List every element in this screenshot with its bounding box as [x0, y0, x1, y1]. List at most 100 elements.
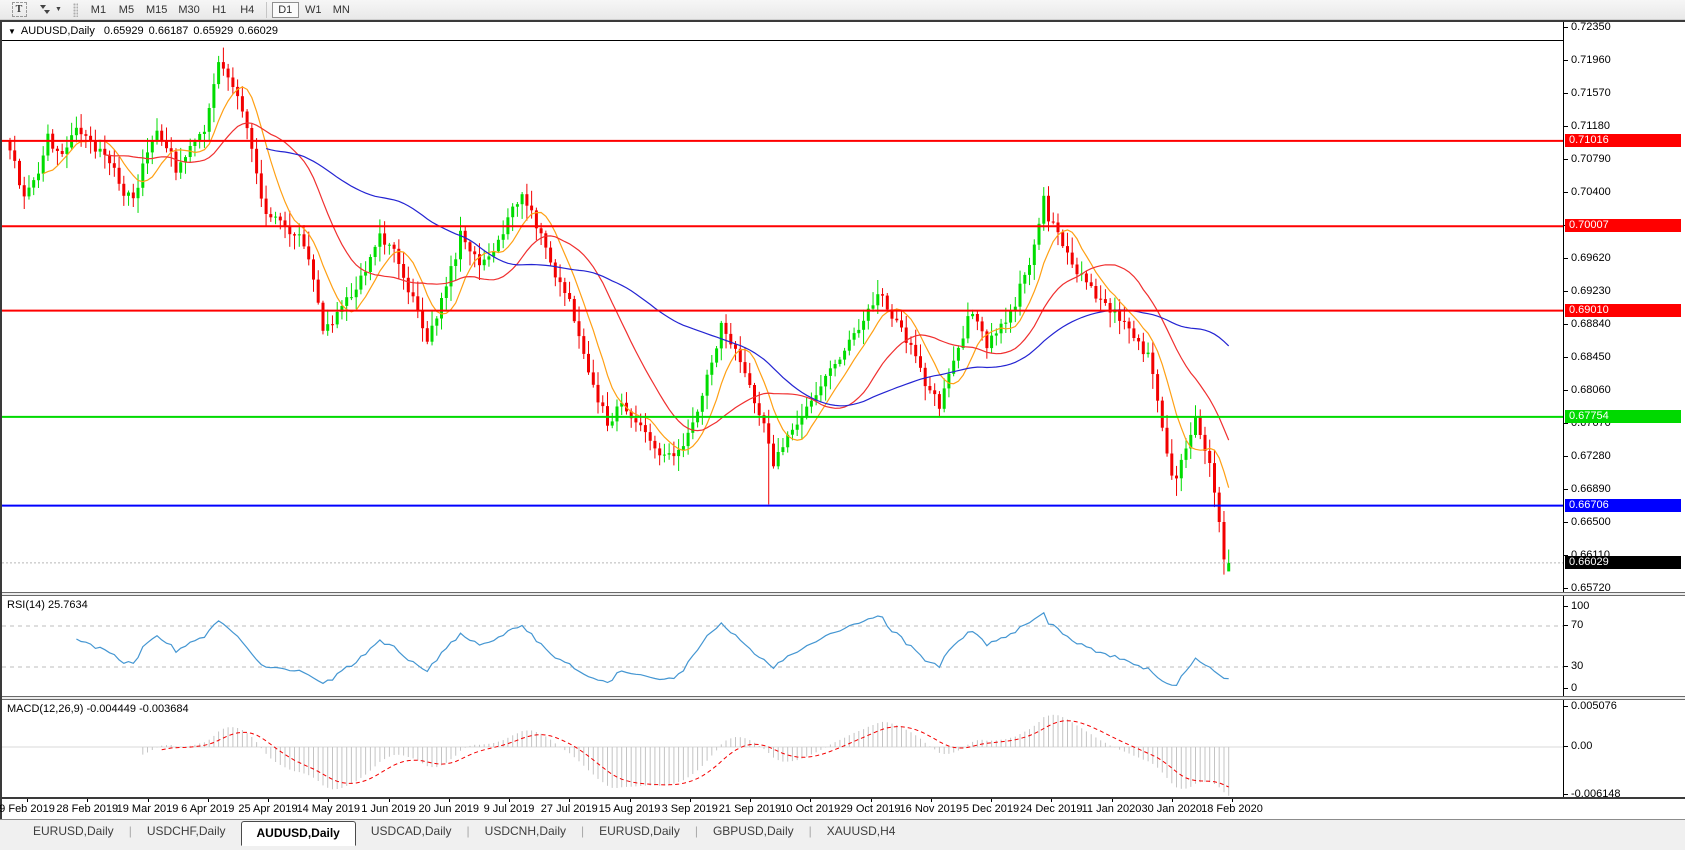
axis-tick: [1564, 456, 1568, 457]
timeframe-w1[interactable]: W1: [300, 2, 327, 18]
date-label: 9 Feb 2019: [0, 803, 55, 815]
timeframe-m30[interactable]: M30: [173, 2, 204, 18]
chevron-down-icon: ▼: [55, 6, 62, 13]
tab-eurusd-daily[interactable]: EURUSD,Daily: [584, 820, 695, 843]
ohlc-open-value: 0.65929: [104, 25, 144, 37]
tab-usdchf-daily[interactable]: USDCHF,Daily: [132, 820, 241, 843]
date-tick: [810, 799, 811, 802]
date-tick: [389, 799, 390, 802]
price-level-badge: 0.67754: [1565, 410, 1681, 423]
timeframe-h4[interactable]: H4: [234, 2, 261, 18]
rsi-indicator-label: RSI(14) 25.7634: [7, 599, 88, 611]
timeframe-m1[interactable]: M1: [85, 2, 112, 18]
axis-tick-label: 0.71180: [1571, 120, 1610, 132]
date-label: 14 May 2019: [296, 803, 360, 815]
date-label: 10 Oct 2019: [780, 803, 840, 815]
axis-tick: [1564, 27, 1568, 28]
axis-tick-label: 0.69230: [1571, 285, 1611, 297]
axis-tick: [1564, 666, 1568, 667]
price-level-badge: 0.70007: [1565, 219, 1681, 232]
rsi-plot[interactable]: [2, 596, 1563, 696]
axis-tick-label: 0.70400: [1571, 186, 1611, 198]
rsi-pane[interactable]: RSI(14) 25.7634 10070300: [2, 596, 1685, 696]
macd-plot[interactable]: [2, 700, 1563, 797]
chart-symbol-label: AUDUSD,Daily: [21, 25, 95, 37]
macd-histogram: [142, 715, 1229, 796]
toolbar-separator: [266, 2, 267, 18]
date-label: 30 Jan 2020: [1141, 803, 1202, 815]
chart-menu-arrow-icon[interactable]: ▼: [8, 27, 16, 36]
toolbar-grip: [73, 3, 78, 17]
axis-tick: [1564, 423, 1568, 424]
chart-tab-bar: EURUSD,Daily|USDCHF,DailyAUDUSD,DailyUSD…: [0, 819, 1685, 850]
date-axis[interactable]: 9 Feb 201928 Feb 201919 Mar 20196 Apr 20…: [2, 799, 1685, 818]
rsi-line: [76, 613, 1228, 686]
macd-pane[interactable]: MACD(12,26,9) -0.004449 -0.003684 0.0050…: [2, 700, 1685, 797]
price-level-badge: 0.69010: [1565, 304, 1681, 317]
axis-tick-label: 100: [1571, 600, 1589, 612]
tab-xauusd-h4[interactable]: XAUUSD,H4: [812, 820, 911, 843]
date-label: 24 Dec 2019: [1020, 803, 1082, 815]
date-tick: [690, 799, 691, 802]
tab-usdcnh-daily[interactable]: USDCNH,Daily: [470, 820, 581, 843]
date-tick: [931, 799, 932, 802]
timeframe-m5[interactable]: M5: [113, 2, 140, 18]
date-label: 15 Aug 2019: [599, 803, 661, 815]
macd-axis: 0.0050760.00-0.006148: [1563, 700, 1685, 797]
axis-tick: [1564, 258, 1568, 259]
axis-tick: [1564, 291, 1568, 292]
date-label: 19 Mar 2019: [117, 803, 179, 815]
chart-window: ▼ AUDUSD,Daily 0.65929 0.66187 0.65929 0…: [0, 20, 1685, 819]
date-label: 28 Feb 2019: [56, 803, 118, 815]
tab-eurusd-daily[interactable]: EURUSD,Daily: [18, 820, 129, 843]
rsi-axis: 10070300: [1563, 596, 1685, 696]
timeframe-buttons: M1M5M15M30H1H4 D1W1MN: [85, 2, 355, 18]
timeframe-d1[interactable]: D1: [272, 2, 299, 18]
axis-tick: [1564, 688, 1568, 689]
axis-tick-label: 0.005076: [1571, 700, 1617, 712]
date-tick: [268, 799, 269, 802]
axis-tick: [1564, 606, 1568, 607]
timeframe-mn[interactable]: MN: [328, 2, 355, 18]
tab-usdcad-daily[interactable]: USDCAD,Daily: [356, 820, 467, 843]
axis-tick-label: 0.00: [1571, 740, 1592, 752]
date-label: 21 Sep 2019: [719, 803, 781, 815]
date-tick: [871, 799, 872, 802]
top-toolbar: T ▼ M1M5M15M30H1H4 D1W1MN: [0, 0, 1685, 20]
price-level-badge: 0.66029: [1565, 556, 1681, 569]
price-level-badge: 0.71016: [1565, 134, 1681, 147]
axis-tick-label: 0.67280: [1571, 450, 1611, 462]
tab-audusd-daily[interactable]: AUDUSD,Daily: [241, 821, 356, 846]
date-tick: [750, 799, 751, 802]
arrange-windows-button[interactable]: ▼: [34, 0, 66, 19]
axis-tick: [1564, 390, 1568, 391]
axis-tick: [1564, 489, 1568, 490]
axis-tick: [1564, 625, 1568, 626]
date-tick: [991, 799, 992, 802]
axis-tick: [1564, 93, 1568, 94]
axis-tick: [1564, 126, 1568, 127]
axis-tick-label: 70: [1571, 619, 1583, 631]
candlestick-chart[interactable]: [2, 22, 1563, 592]
timeframe-h1[interactable]: H1: [206, 2, 233, 18]
date-label: 6 Apr 2019: [181, 803, 234, 815]
arrange-windows-icon: [38, 3, 52, 16]
axis-tick: [1564, 159, 1568, 160]
timeframe-m15[interactable]: M15: [141, 2, 172, 18]
axis-tick-label: 0: [1571, 682, 1577, 694]
axis-tick-label: 0.72350: [1571, 21, 1611, 33]
text-tool-button[interactable]: T: [6, 0, 32, 19]
axis-tick-label: 0.71570: [1571, 87, 1611, 99]
price-axis: 0.723500.719600.715700.711800.707900.704…: [1563, 22, 1685, 592]
main-chart-pane[interactable]: ▼ AUDUSD,Daily 0.65929 0.66187 0.65929 0…: [2, 22, 1685, 592]
mt4-terminal: T ▼ M1M5M15M30H1H4 D1W1MN ▼ AUDUSD,Daily …: [0, 0, 1685, 850]
axis-tick: [1564, 357, 1568, 358]
date-tick: [1232, 799, 1233, 802]
date-tick: [148, 799, 149, 802]
date-label: 25 Apr 2019: [238, 803, 297, 815]
tab-gbpusd-daily[interactable]: GBPUSD,Daily: [698, 820, 809, 843]
date-label: 29 Oct 2019: [841, 803, 901, 815]
chart-title-bar: ▼ AUDUSD,Daily 0.65929 0.66187 0.65929 0…: [2, 22, 1563, 41]
axis-tick-label: 0.68840: [1571, 318, 1611, 330]
axis-tick-label: 0.66890: [1571, 483, 1611, 495]
